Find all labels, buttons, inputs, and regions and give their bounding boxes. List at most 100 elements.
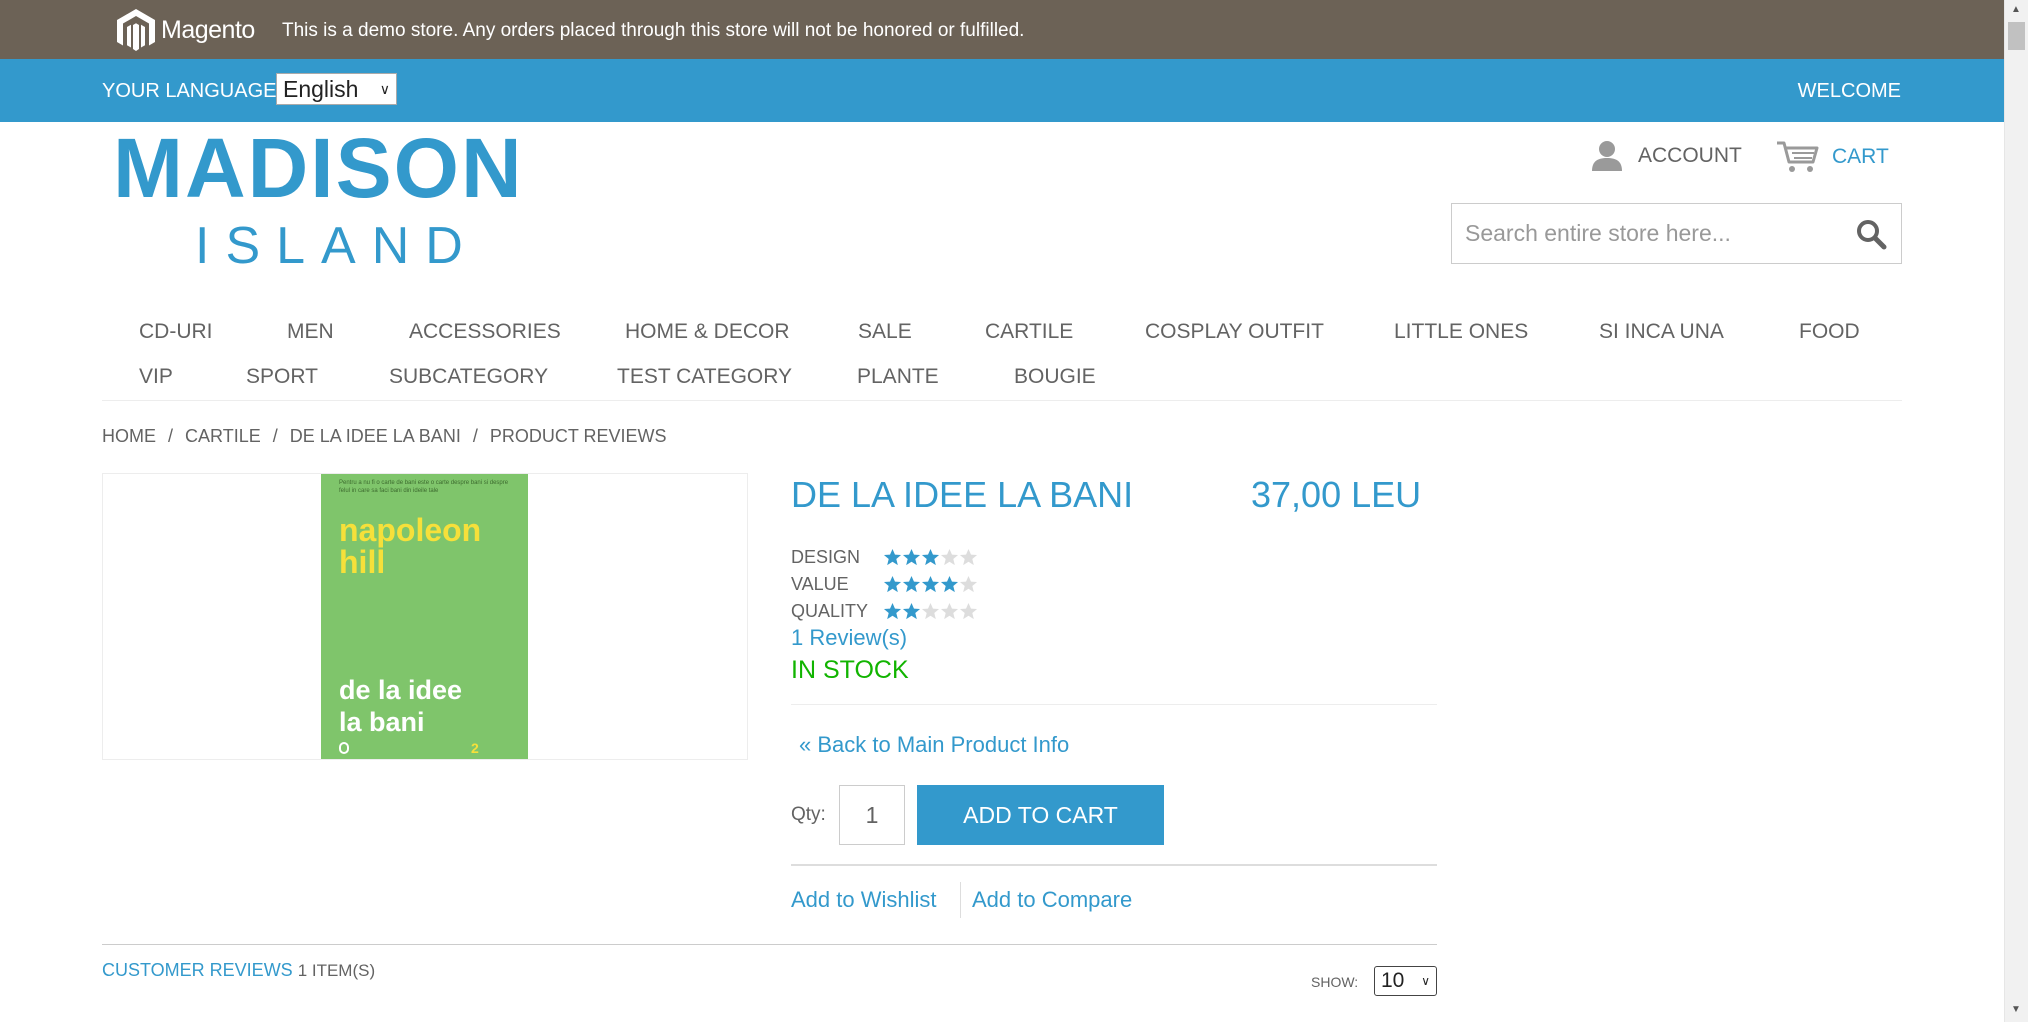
search-input[interactable] <box>1452 204 1832 263</box>
breadcrumb-current: PRODUCT REVIEWS <box>489 426 667 446</box>
account-link[interactable]: ACCOUNT <box>1590 140 1742 172</box>
rating-stars <box>883 602 978 621</box>
nav-item-vip[interactable]: VIP <box>139 365 173 389</box>
star-filled-icon <box>883 575 902 593</box>
scrollbar-thumb[interactable] <box>2008 22 2025 50</box>
search-icon[interactable] <box>1855 218 1887 250</box>
store-logo[interactable]: MADISON ISLAND <box>113 126 533 276</box>
magento-icon <box>117 9 155 51</box>
nav-divider <box>102 400 1902 401</box>
chevron-down-icon: ∨ <box>379 80 390 97</box>
book-cover-blurb: Pentru a nu fi o carte de bani este o ca… <box>339 480 509 494</box>
show-label: SHOW: <box>1311 974 1359 990</box>
qty-input[interactable]: 1 <box>839 785 905 845</box>
rating-row-quality: QUALITY <box>791 598 978 625</box>
breadcrumb-home[interactable]: HOME <box>102 426 156 447</box>
nav-item-bougie[interactable]: BOUGIE <box>1014 365 1096 389</box>
magento-logo-text: Magento <box>161 15 255 44</box>
rating-label: VALUE <box>791 574 849 594</box>
magento-logo: Magento <box>115 7 255 53</box>
show-per-page-select[interactable]: 10 ∨ <box>1374 966 1437 996</box>
nav-item-cartile[interactable]: CARTILE <box>985 320 1073 344</box>
divider <box>791 704 1437 705</box>
product-ratings: DESIGN VALUE QUALITY <box>791 544 978 625</box>
rating-label: QUALITY <box>791 601 869 621</box>
star-filled-icon <box>883 548 902 566</box>
breadcrumb-cartile[interactable]: CARTILE <box>185 426 261 447</box>
add-to-cart-button[interactable]: ADD TO CART <box>917 785 1164 845</box>
customer-reviews-count: 1 ITEM(S) <box>297 961 376 980</box>
breadcrumb-product[interactable]: DE LA IDEE LA BANI <box>290 426 461 447</box>
nav-item-little-ones[interactable]: LITTLE ONES <box>1394 320 1528 344</box>
user-icon <box>1592 141 1622 171</box>
language-label: YOUR LANGUAGE: <box>102 80 283 102</box>
demo-notice-text: This is a demo store. Any orders placed … <box>282 20 1025 41</box>
link-separator <box>960 882 961 918</box>
rating-stars <box>883 575 978 594</box>
star-empty-icon <box>940 602 959 620</box>
language-bar: YOUR LANGUAGE: English ∨ WELCOME <box>0 59 2004 122</box>
star-empty-icon <box>959 602 978 620</box>
stock-status: IN STOCK <box>791 656 909 684</box>
language-select-value: English <box>283 75 359 102</box>
product-image-box[interactable]: Pentru a nu fi o carte de bani este o ca… <box>102 473 748 760</box>
back-to-product-link[interactable]: « Back to Main Product Info <box>799 732 1069 758</box>
add-to-wishlist-link[interactable]: Add to Wishlist <box>791 887 937 913</box>
nav-item-food[interactable]: FOOD <box>1799 320 1860 344</box>
search-box <box>1451 203 1902 264</box>
add-to-compare-link[interactable]: Add to Compare <box>972 887 1132 913</box>
rating-row-design: DESIGN <box>791 544 978 571</box>
welcome-message: WELCOME <box>1797 80 1901 102</box>
rating-stars <box>883 548 978 567</box>
star-filled-icon <box>902 575 921 593</box>
reviews-count-link[interactable]: 1 Review(s) <box>791 625 907 651</box>
nav-item-sport[interactable]: SPORT <box>246 365 318 389</box>
star-empty-icon <box>959 575 978 593</box>
account-label: ACCOUNT <box>1638 144 1742 167</box>
logo-main-text: MADISON <box>113 121 524 215</box>
book-title-line1: de la idee <box>339 675 463 705</box>
scroll-down-arrow-icon[interactable]: ▼ <box>2011 1004 2021 1015</box>
star-filled-icon <box>921 575 940 593</box>
breadcrumb-separator: / <box>272 426 278 446</box>
book-cover-author: napoleon hill <box>339 514 481 578</box>
product-name: DE LA IDEE LA BANI <box>791 474 1134 515</box>
publisher-logo-icon <box>339 742 349 754</box>
show-per-page-value: 10 <box>1381 969 1405 992</box>
page-scrollbar[interactable]: ▲ ▼ <box>2004 0 2028 1022</box>
star-filled-icon <box>921 548 940 566</box>
star-empty-icon <box>921 602 940 620</box>
demo-notice-bar: Magento This is a demo store. Any orders… <box>0 0 2004 59</box>
book-author-line1: napoleon <box>339 512 482 548</box>
nav-item-home-decor[interactable]: HOME & DECOR <box>625 320 790 344</box>
star-filled-icon <box>940 575 959 593</box>
nav-item-sale[interactable]: SALE <box>858 320 912 344</box>
nav-item-subcategory[interactable]: SUBCATEGORY <box>389 365 548 389</box>
breadcrumb: HOME / CARTILE / DE LA IDEE LA BANI / PR… <box>102 426 667 447</box>
cart-link[interactable]: CART <box>1776 140 1889 174</box>
nav-item-test-category[interactable]: TEST CATEGORY <box>617 365 792 389</box>
star-empty-icon <box>959 548 978 566</box>
nav-item-si-inca-una[interactable]: SI INCA UNA <box>1599 320 1724 344</box>
customer-reviews-title[interactable]: CUSTOMER REVIEWS <box>102 960 293 981</box>
nav-item-accessories[interactable]: ACCESSORIES <box>409 320 561 344</box>
star-filled-icon <box>902 602 921 620</box>
star-filled-icon <box>902 548 921 566</box>
star-filled-icon <box>883 602 902 620</box>
qty-label: Qty: <box>791 804 826 825</box>
language-select[interactable]: English ∨ <box>276 73 397 105</box>
nav-item-cd-uri[interactable]: CD-URI <box>139 320 213 344</box>
product-price: 37,00 LEU <box>1251 474 1422 515</box>
cart-icon <box>1777 141 1819 172</box>
chevron-down-icon: ∨ <box>1421 974 1430 988</box>
book-cover-number: 2 <box>471 740 479 756</box>
nav-item-cosplay-outfit[interactable]: COSPLAY OUTFIT <box>1145 320 1324 344</box>
nav-item-plante[interactable]: PLANTE <box>857 365 939 389</box>
book-cover-title: de la idee la bani <box>339 674 462 738</box>
rating-label: DESIGN <box>791 547 861 567</box>
rating-row-value: VALUE <box>791 571 978 598</box>
nav-item-men[interactable]: MEN <box>287 320 334 344</box>
scroll-up-arrow-icon[interactable]: ▲ <box>2011 4 2021 15</box>
star-empty-icon <box>940 548 959 566</box>
logo-sub-text: ISLAND <box>195 217 479 275</box>
